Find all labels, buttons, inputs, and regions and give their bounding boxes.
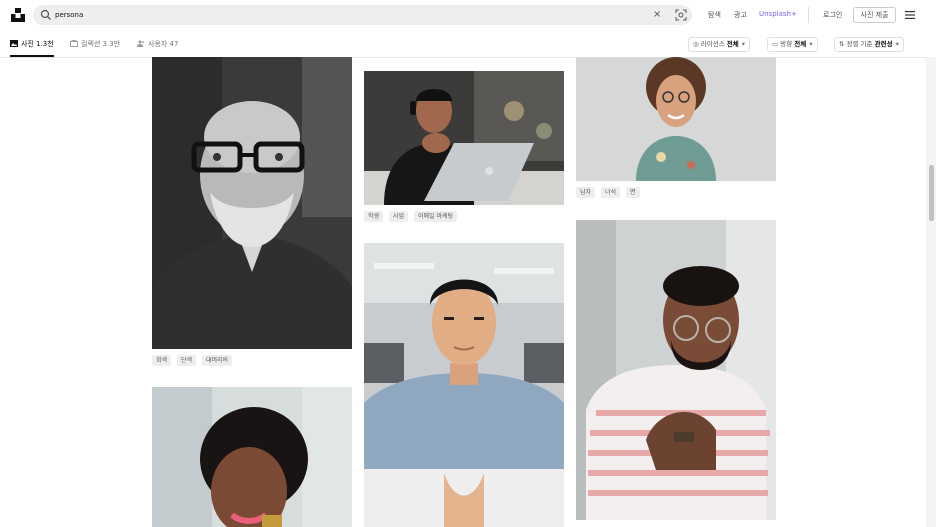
tab-photos-label: 사진 1.3천 — [21, 40, 54, 48]
photo-glasses-man — [576, 220, 776, 520]
photo-card[interactable] — [576, 220, 776, 520]
orientation-filter-label: 방향 — [780, 40, 793, 48]
tag-chip[interactable]: 남자 — [576, 187, 596, 198]
search-bar[interactable]: × — [33, 5, 692, 25]
tag-chip[interactable]: 면 — [626, 187, 640, 198]
sort-filter[interactable]: ⇅ 정렬 기준 관련성 ▾ — [834, 37, 904, 52]
orientation-icon: ▭ — [772, 40, 779, 48]
sort-icon: ⇅ — [839, 40, 845, 48]
chevron-down-icon: ▾ — [809, 40, 813, 48]
photo-bald-man — [152, 57, 352, 349]
tag-chip[interactable]: 회색 — [152, 355, 172, 366]
tag-chip[interactable]: 대머리의 — [202, 355, 233, 366]
photo-card[interactable] — [152, 387, 352, 527]
visual-search-icon[interactable] — [675, 9, 687, 21]
license-filter-value: 전체 — [726, 40, 739, 48]
photo-denim-man — [364, 243, 564, 527]
photo-laptop-man — [364, 71, 564, 205]
chevron-down-icon: ▾ — [895, 40, 899, 48]
orientation-filter[interactable]: ▭ 방향 전체 ▾ — [767, 37, 818, 52]
collection-icon — [70, 40, 78, 47]
users-icon — [137, 40, 145, 47]
login-link[interactable]: 로그인 — [823, 10, 842, 20]
photo-card[interactable] — [152, 57, 352, 349]
scrollbar-track[interactable] — [926, 57, 936, 527]
top-bar: × 탐색 광고 Unsplash+ 로그인 사진 제출 — [0, 0, 936, 32]
photo-icon — [10, 40, 18, 47]
tag-chip[interactable]: 너석 — [601, 187, 621, 198]
photo-curly-man — [576, 57, 776, 181]
submit-photo-button[interactable]: 사진 제출 — [853, 7, 896, 23]
scrollbar-thumb[interactable] — [929, 165, 934, 221]
nav-unsplash-plus[interactable]: Unsplash+ — [759, 10, 797, 18]
results-tabs: 사진 1.3천 컬렉션 3.3만 사용자 47 ◎ 라이선스 전체 ▾ ▭ 방향 … — [0, 32, 936, 58]
license-filter[interactable]: ◎ 라이선스 전체 ▾ — [688, 37, 750, 52]
sort-filter-label: 정렬 기준 — [846, 40, 873, 48]
tab-users[interactable]: 사용자 47 — [137, 39, 178, 57]
license-filter-label: 라이선스 — [700, 40, 725, 48]
orientation-filter-value: 전체 — [794, 40, 807, 48]
tab-users-label: 사용자 47 — [148, 40, 179, 48]
photo-card[interactable] — [364, 243, 564, 527]
nav-advertise[interactable]: 광고 — [734, 10, 747, 20]
tag-chip[interactable]: 사업 — [389, 211, 409, 222]
photo-card[interactable] — [576, 57, 776, 181]
photo-card[interactable] — [364, 71, 564, 205]
active-tab-indicator — [10, 55, 54, 57]
nav-explore[interactable]: 탐색 — [708, 10, 721, 20]
license-icon: ◎ — [693, 40, 699, 48]
photo-curly-woman — [152, 387, 352, 527]
tag-chip[interactable]: 단색 — [177, 355, 197, 366]
tag-chip[interactable]: 학생 — [364, 211, 384, 222]
menu-icon[interactable] — [905, 10, 915, 20]
tag-chip[interactable]: 이메일 마케팅 — [414, 211, 458, 222]
chevron-down-icon: ▾ — [741, 40, 745, 48]
tab-collections[interactable]: 컬렉션 3.3만 — [70, 39, 120, 57]
search-input[interactable] — [55, 7, 615, 23]
nav-divider — [808, 7, 809, 23]
unsplash-logo[interactable] — [10, 7, 26, 23]
search-icon[interactable] — [40, 9, 52, 21]
tab-collections-label: 컬렉션 3.3만 — [81, 40, 121, 48]
clear-icon[interactable]: × — [653, 8, 661, 22]
sort-filter-value: 관련성 — [874, 40, 893, 48]
